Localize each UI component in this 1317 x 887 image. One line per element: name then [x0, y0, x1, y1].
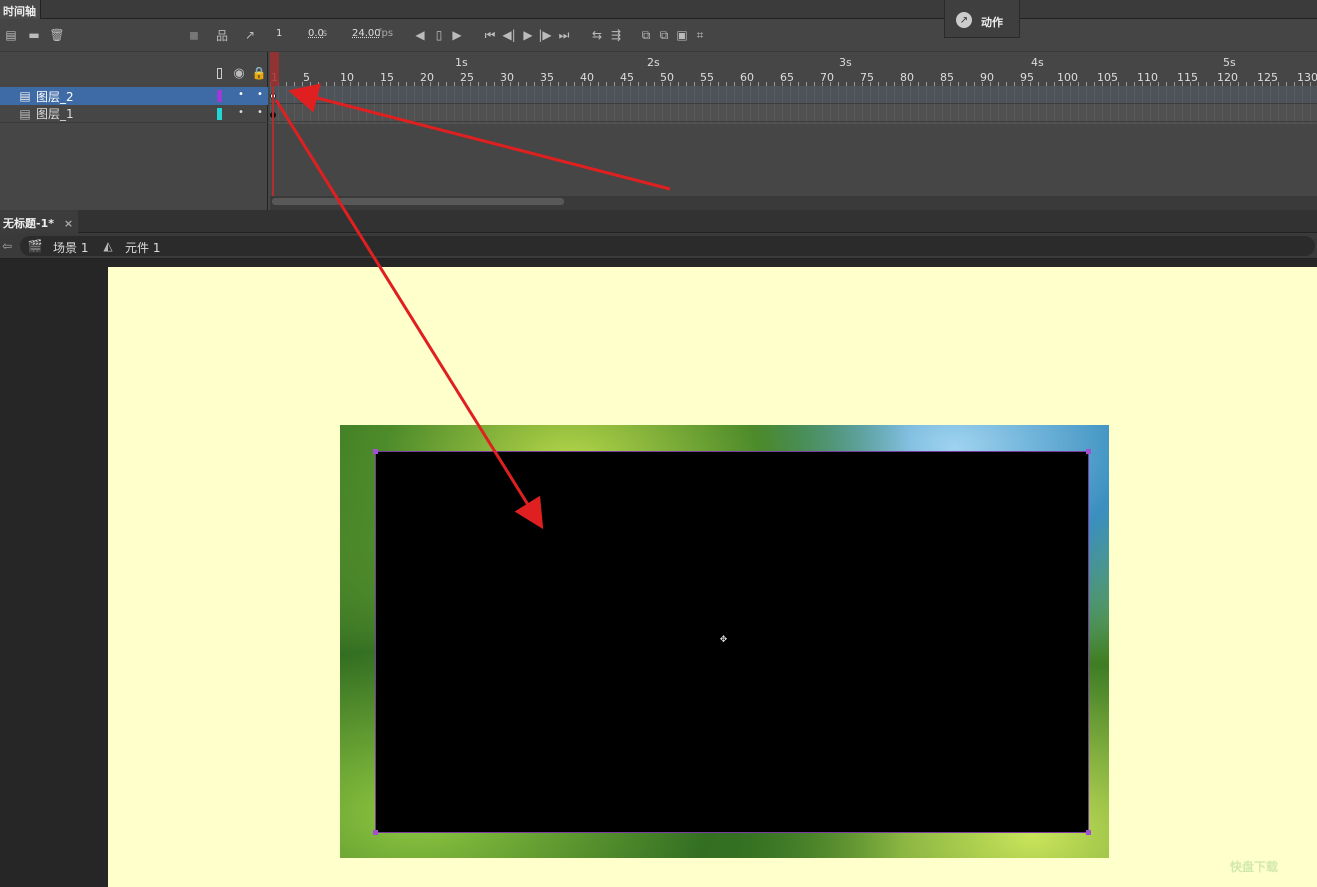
timeline-empty-area: [270, 124, 1317, 196]
timeline-tab[interactable]: 时间轴: [0, 0, 41, 19]
timeline-scroll-thumb[interactable]: [272, 198, 564, 205]
breadcrumb-symbol[interactable]: 元件 1: [125, 239, 160, 256]
handle-bottom-left[interactable]: [373, 830, 378, 835]
ruler-second: 1s: [455, 56, 468, 69]
new-folder-icon[interactable]: ▬: [27, 28, 41, 42]
go-to-last-icon[interactable]: ⏭: [557, 28, 571, 42]
back-arrow-icon[interactable]: ⇦: [0, 239, 14, 253]
layer-name[interactable]: 图层_1: [36, 105, 74, 122]
timeline-toolbar: ▤ ▬ 🗑 ◼ 品 ↗ 1 0.0 s 24.00 fps ◀ ▯ ▶ ⏮ ◀|…: [0, 19, 1317, 52]
document-tab[interactable]: 无标题-1* ×: [0, 210, 78, 233]
clapper-icon: 🎬: [27, 239, 43, 253]
layer-icon: ▤: [19, 89, 31, 103]
fps-unit: fps: [378, 28, 394, 39]
layer-list: ◉ 🔒: [0, 52, 268, 210]
frame-row-2[interactable]: [270, 86, 1317, 104]
lock-icon[interactable]: 🔒: [252, 66, 267, 80]
timeline-ruler[interactable]: 1s 2s 3s 4s 5s 1510152025303540455055606…: [270, 52, 1317, 86]
handle-top-left[interactable]: [373, 449, 378, 454]
step-forward-icon[interactable]: ▶: [451, 28, 463, 42]
onion-skin-icon[interactable]: ⧉: [639, 28, 653, 42]
black-rectangle-shape[interactable]: [375, 451, 1089, 833]
visibility-dot[interactable]: •: [238, 89, 244, 100]
time-unit: s: [322, 28, 328, 39]
prev-frame-icon[interactable]: ◀|: [502, 28, 516, 42]
handle-top-right[interactable]: [1086, 449, 1091, 454]
watermark: 快盘下载: [1230, 860, 1279, 874]
layer-name[interactable]: 图层_2: [36, 88, 74, 105]
layer-color-swatch[interactable]: [217, 108, 222, 120]
layer-parenting-icon[interactable]: 品: [214, 28, 230, 43]
current-frame[interactable]: 1: [276, 28, 282, 39]
ruler-second: 4s: [1031, 56, 1044, 69]
new-layer-icon[interactable]: ▤: [4, 28, 18, 42]
handle-bottom-right[interactable]: [1086, 830, 1091, 835]
breadcrumb: [20, 236, 1315, 256]
frame-marker-icon[interactable]: ▯: [433, 27, 445, 43]
actions-icon: ↗: [956, 12, 972, 28]
ruler-second: 3s: [839, 56, 852, 69]
layer-color-swatch[interactable]: [217, 90, 222, 102]
onion-outline-icon[interactable]: ⧉: [657, 28, 671, 42]
step-back-icon[interactable]: ◀: [414, 28, 426, 42]
playhead[interactable]: [270, 52, 279, 86]
visibility-dot[interactable]: •: [238, 107, 244, 118]
timeline-tab-bar: [0, 0, 1317, 19]
actions-panel[interactable]: ↗ 动作: [944, 0, 1020, 38]
next-frame-icon[interactable]: |▶: [538, 28, 552, 42]
lock-dot[interactable]: •: [257, 107, 263, 118]
insert-frame-icon[interactable]: ⇶: [608, 28, 624, 42]
outline-toggle-icon[interactable]: [217, 68, 222, 79]
lock-dot[interactable]: •: [257, 89, 263, 100]
document-title: 无标题-1*: [3, 217, 54, 230]
document-tab-bar: [0, 210, 1317, 233]
edit-multiple-frames-icon[interactable]: ▣: [675, 28, 689, 42]
playhead-line: [272, 86, 274, 196]
ruler-second: 2s: [647, 56, 660, 69]
layer-row-2[interactable]: ▤ 图层_2 • •: [0, 87, 268, 105]
graph-icon[interactable]: ↗: [242, 28, 258, 42]
actions-label: 动作: [981, 16, 1003, 29]
registration-point-icon: ✥: [719, 635, 728, 645]
layer-icon: ▤: [19, 107, 31, 121]
close-icon[interactable]: ×: [64, 217, 73, 230]
breadcrumb-scene[interactable]: 场景 1: [53, 239, 88, 256]
eye-icon[interactable]: ◉: [231, 66, 247, 81]
ruler-second: 5s: [1223, 56, 1236, 69]
camera-icon[interactable]: ◼: [186, 28, 202, 42]
loop-icon[interactable]: ⇆: [589, 28, 605, 42]
delete-layer-icon[interactable]: 🗑: [49, 28, 64, 42]
layer-row-1[interactable]: ▤ 图层_1 • •: [0, 105, 268, 123]
symbol-icon: ◭: [103, 239, 113, 253]
fps-value[interactable]: 24.00: [352, 28, 381, 39]
frame-row-1[interactable]: [270, 104, 1317, 122]
modify-markers-icon[interactable]: ⌗: [693, 28, 707, 42]
go-to-first-icon[interactable]: ⏮: [483, 28, 497, 42]
play-icon[interactable]: ▶: [521, 28, 535, 42]
